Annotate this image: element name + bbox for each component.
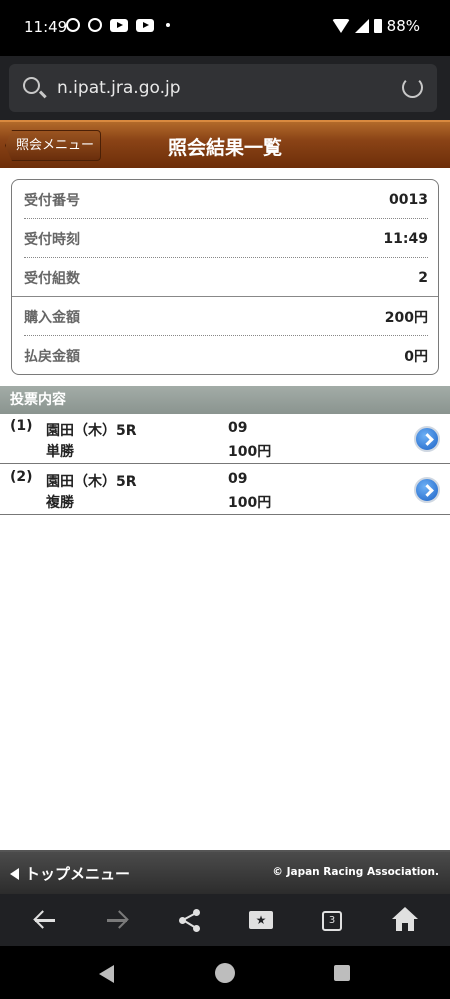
screen: 11:49 88% n.ipat.jra.go.jp 照会メニュー 照会結果一覧 — [0, 0, 450, 999]
bet-row[interactable]: (2) 園田（木）5R 複勝 09 100円 — [0, 465, 450, 515]
status-time: 11:49 — [24, 18, 68, 36]
back-arrow-icon[interactable] — [31, 906, 59, 934]
bet-horse: 09 — [228, 471, 248, 487]
url-text[interactable]: n.ipat.jra.go.jp — [57, 78, 181, 98]
summary-value: 200円 — [384, 309, 428, 326]
bookmark-icon[interactable]: ★ — [247, 906, 275, 934]
bet-race: 園田（木）5R — [46, 474, 137, 490]
bet-contents-heading: 投票内容 — [0, 386, 450, 414]
bet-amount: 100円 — [228, 444, 272, 460]
detail-arrow-icon[interactable] — [414, 477, 440, 503]
top-menu-link[interactable]: トップメニュー — [10, 863, 130, 884]
battery-icon — [373, 19, 382, 33]
summary-row-receipt-time: 受付時刻 11:49 — [24, 219, 428, 258]
page-header: 照会メニュー 照会結果一覧 — [0, 120, 450, 168]
signal-icon — [354, 19, 369, 33]
youtube-notification-icon-2 — [136, 18, 154, 32]
forward-arrow-icon[interactable] — [103, 906, 131, 934]
summary-value: 2 — [418, 269, 428, 286]
browser-url-bar: n.ipat.jra.go.jp — [0, 56, 450, 120]
summary-box: 受付番号 0013 受付時刻 11:49 受付組数 2 購入金額 200円 払戻… — [11, 179, 439, 375]
bet-row[interactable]: (1) 園田（木）5R 単勝 09 100円 — [0, 414, 450, 464]
summary-label: 受付時刻 — [24, 231, 80, 248]
reload-icon[interactable] — [402, 77, 423, 98]
notification-icons — [66, 18, 170, 32]
summary-row-bet-count: 受付組数 2 — [24, 258, 428, 297]
copyright-text: © Japan Racing Association. — [272, 866, 439, 878]
nav-home-icon[interactable] — [215, 963, 235, 983]
nav-recents-icon[interactable] — [334, 965, 350, 981]
search-icon — [23, 77, 40, 94]
chrome-notification-icon-2 — [88, 18, 102, 32]
summary-label: 受付番号 — [24, 192, 80, 209]
browser-toolbar: ★ 3 — [0, 894, 450, 946]
bet-type: 複勝 — [46, 495, 74, 511]
bet-race: 園田（木）5R — [46, 423, 137, 439]
bet-amount: 100円 — [228, 495, 272, 511]
top-menu-label: トップメニュー — [25, 865, 131, 883]
system-nav-bar — [0, 946, 450, 999]
summary-row-payout-amount: 払戻金額 0円 — [24, 336, 428, 375]
nav-back-icon[interactable] — [99, 965, 114, 983]
page-footer: トップメニュー © Japan Racing Association. — [0, 850, 450, 894]
summary-label: 購入金額 — [24, 309, 80, 326]
summary-value: 11:49 — [383, 230, 428, 247]
tab-count: 3 — [322, 911, 342, 931]
page-title: 照会結果一覧 — [167, 137, 282, 159]
summary-value: 0013 — [389, 191, 428, 208]
home-icon[interactable] — [391, 906, 419, 934]
bet-number: (2) — [10, 469, 33, 485]
triangle-left-icon — [10, 867, 19, 880]
summary-row-purchase-amount: 購入金額 200円 — [24, 297, 428, 336]
bet-horse: 09 — [228, 420, 248, 436]
youtube-notification-icon — [110, 18, 128, 32]
tabs-icon[interactable]: 3 — [319, 906, 347, 934]
battery-percent: 88% — [386, 17, 420, 35]
summary-row-receipt-number: 受付番号 0013 — [24, 180, 428, 219]
summary-value: 0円 — [404, 348, 428, 365]
status-bar: 11:49 88% — [0, 0, 450, 56]
summary-label: 払戻金額 — [24, 348, 80, 365]
more-notifications-dot-icon — [166, 23, 170, 27]
detail-arrow-icon[interactable] — [414, 426, 440, 452]
bet-type: 単勝 — [46, 444, 74, 460]
summary-label: 受付組数 — [24, 270, 80, 287]
bet-number: (1) — [10, 418, 33, 434]
wifi-icon — [331, 19, 350, 33]
address-field[interactable]: n.ipat.jra.go.jp — [9, 64, 437, 112]
system-icons: 88% — [331, 17, 420, 35]
chrome-notification-icon — [66, 18, 80, 32]
share-icon[interactable] — [176, 906, 204, 934]
